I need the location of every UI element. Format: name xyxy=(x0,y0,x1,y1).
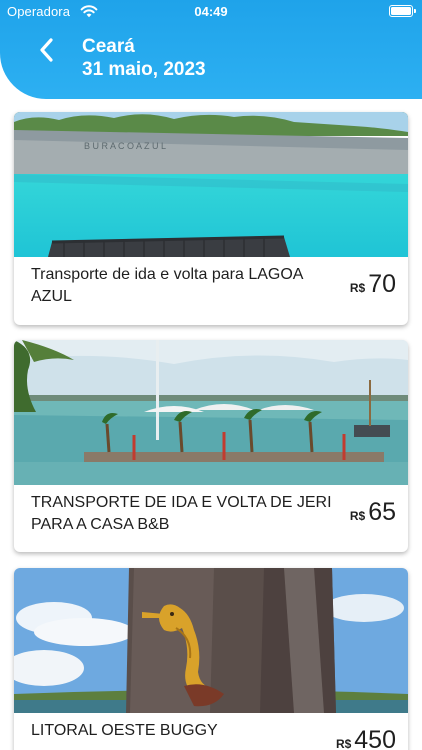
tour-price: R$ 65 xyxy=(350,498,396,527)
tour-title: LITORAL OESTE BUGGY xyxy=(31,722,218,739)
price-value: 450 xyxy=(354,726,396,750)
price-value: 65 xyxy=(368,498,396,526)
tour-photo xyxy=(14,340,408,485)
price-value: 70 xyxy=(368,270,396,298)
tour-title: Transporte de ida e volta para LAGOA AZU… xyxy=(31,266,303,305)
battery-icon xyxy=(389,5,416,17)
page-title: Ceará xyxy=(82,36,135,57)
header: Operadora 04:49 Ceará 31 maio, 2023 xyxy=(0,0,422,99)
tour-card[interactable]: TRANSPORTE DE IDA E VOLTA DE JERI PARA A… xyxy=(14,340,408,552)
tour-card[interactable]: B U R A C O A Z U L Transporte de ida e … xyxy=(14,112,408,325)
status-time: 04:49 xyxy=(194,4,228,19)
tour-photo xyxy=(14,568,408,713)
tour-photo: B U R A C O A Z U L xyxy=(14,112,408,257)
tour-price: R$ 450 xyxy=(336,726,396,750)
tour-card[interactable]: LITORAL OESTE BUGGY R$ 450 xyxy=(14,568,408,750)
price-currency: R$ xyxy=(349,509,366,523)
price-currency: R$ xyxy=(335,737,352,750)
svg-text:B U R A C O A Z U L: B U R A C O A Z U L xyxy=(84,141,166,151)
tour-price: R$ 70 xyxy=(350,270,396,299)
chevron-left-icon[interactable] xyxy=(36,36,58,64)
page-date: 31 maio, 2023 xyxy=(82,59,206,80)
price-currency: R$ xyxy=(349,281,366,295)
tour-title: TRANSPORTE DE IDA E VOLTA DE JERI PARA A… xyxy=(31,494,332,533)
status-bar: Operadora 04:49 xyxy=(0,0,422,24)
